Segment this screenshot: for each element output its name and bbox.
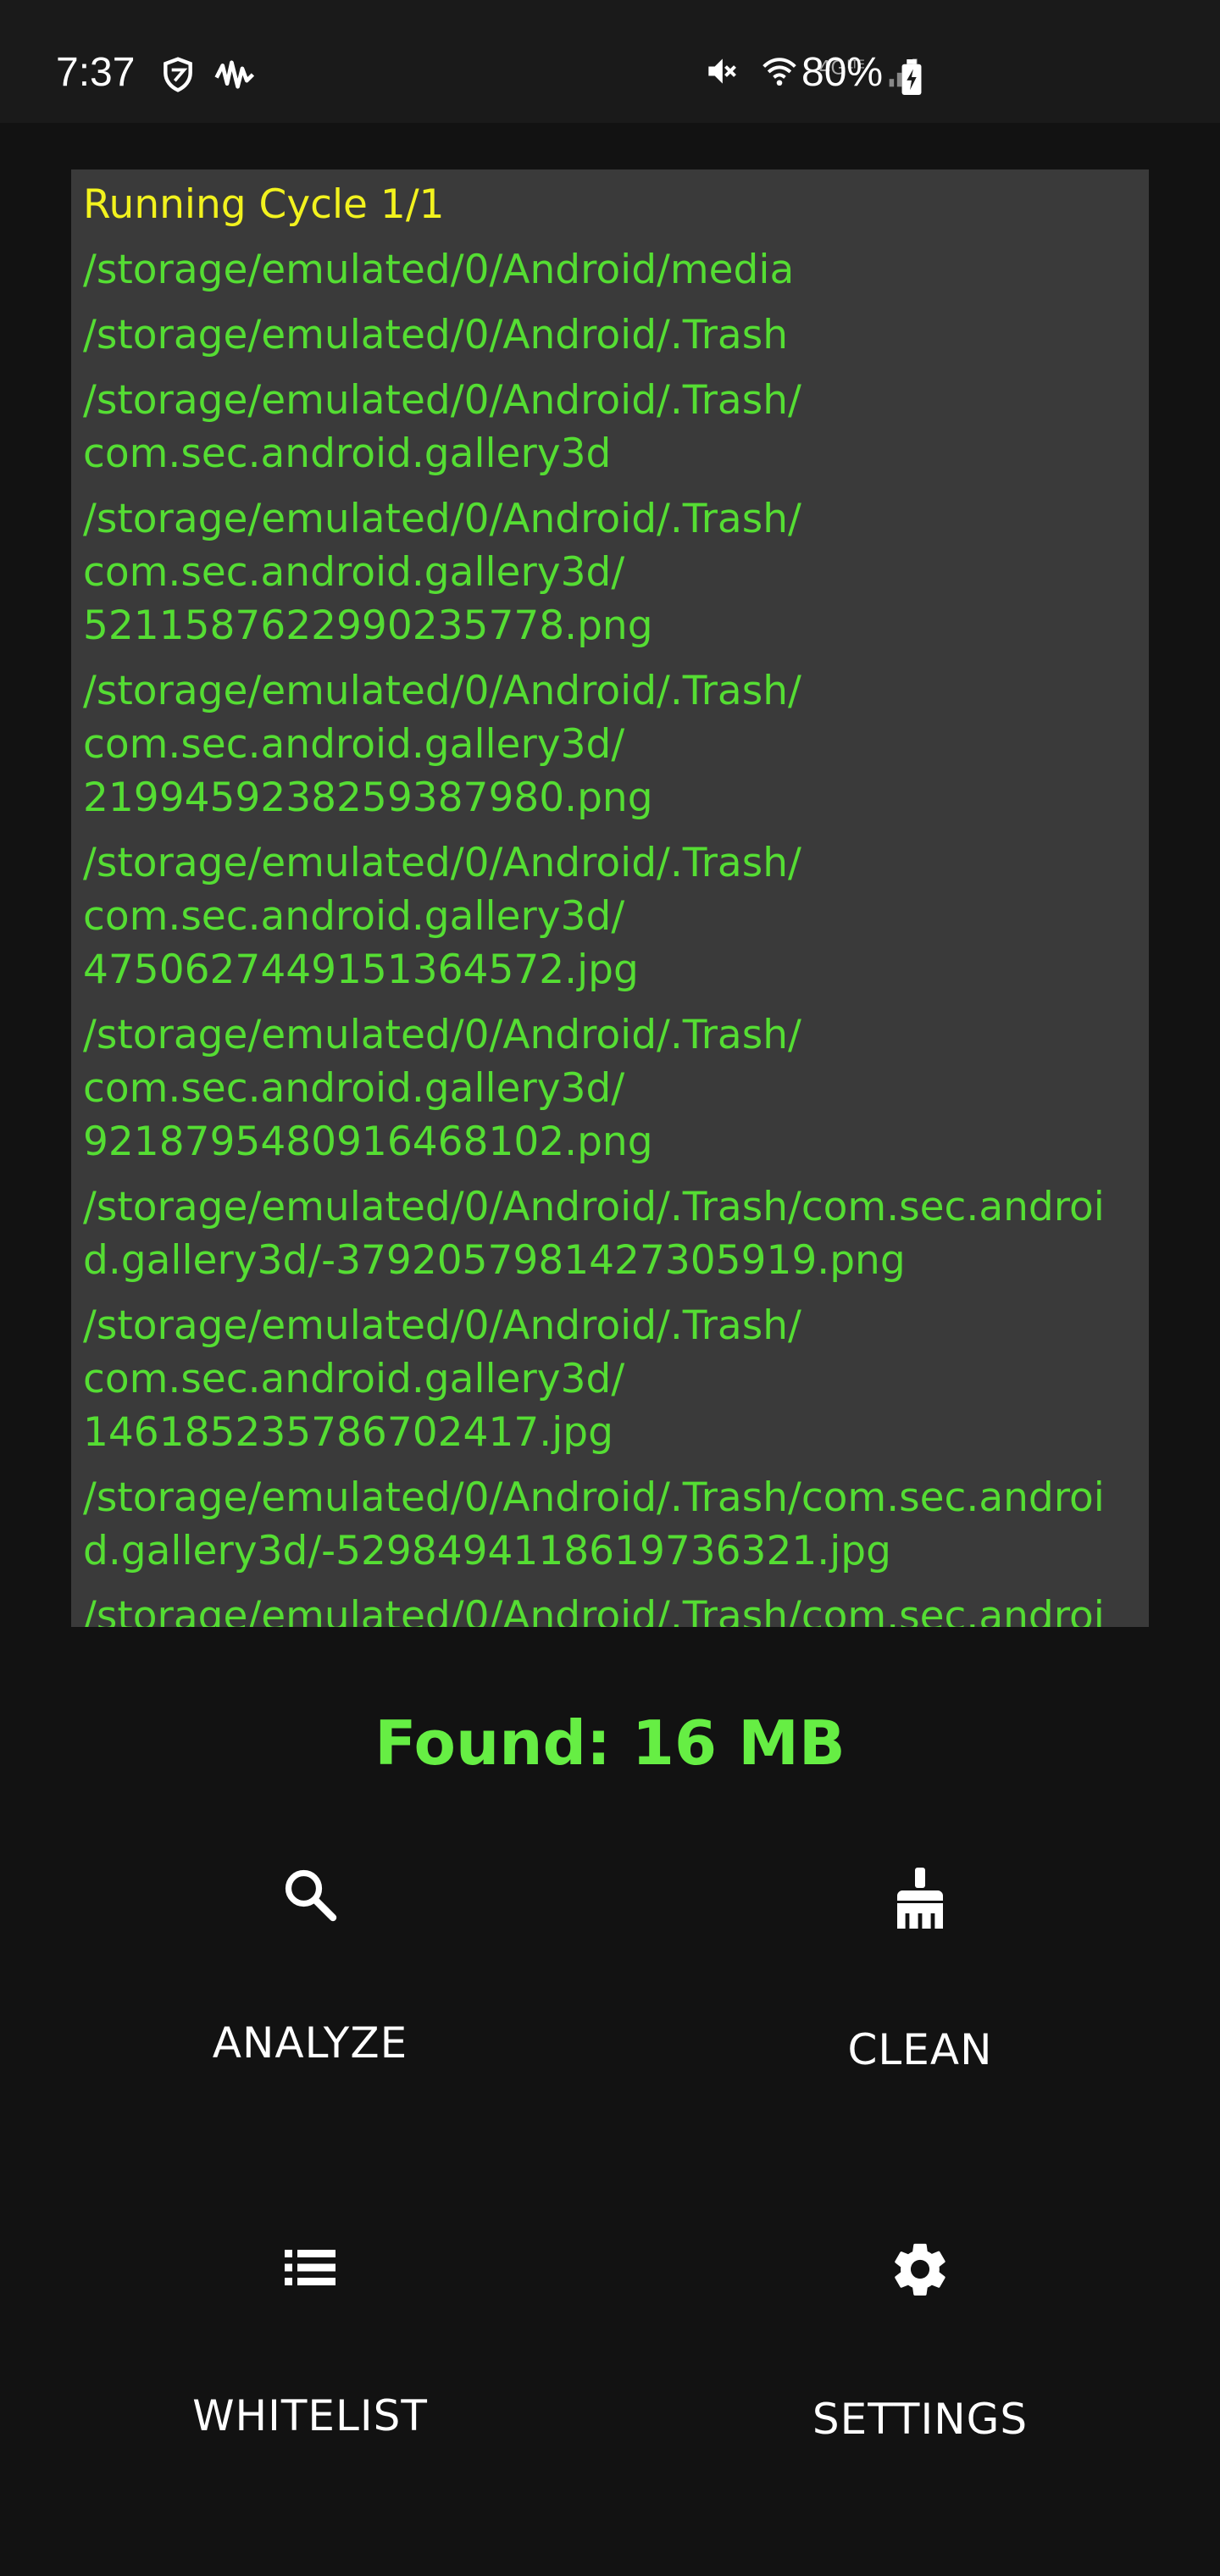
log-line: /storage/emulated/0/Android/.Trash/ com.… [83, 377, 801, 477]
log-line: /storage/emulated/0/Android/.Trash/com.s… [83, 1593, 1105, 1627]
log-line: /storage/emulated/0/Android/.Trash/ com.… [83, 1302, 801, 1456]
log-panel[interactable]: Running Cycle 1/1 /storage/emulated/0/An… [71, 169, 1149, 1627]
clean-button[interactable]: CLEAN [700, 1864, 1140, 2074]
log-line: /storage/emulated/0/Android/.Trash/ com.… [83, 840, 801, 993]
log-line: /storage/emulated/0/Android/.Trash [83, 312, 789, 358]
clean-label: CLEAN [847, 2025, 993, 2074]
settings-label: SETTINGS [812, 2395, 1029, 2444]
log-line: /storage/emulated/0/Android/.Trash/ com.… [83, 1012, 801, 1165]
log-line: /storage/emulated/0/Android/.Trash/com.s… [83, 1184, 1105, 1284]
log-title: Running Cycle 1/1 [83, 181, 445, 228]
analyze-button[interactable]: ANALYZE [90, 1864, 530, 2068]
status-time: 7:37 [56, 50, 136, 95]
list-icon [285, 2250, 336, 2285]
analyze-label: ANALYZE [212, 2018, 408, 2068]
battery-percent: 80% [801, 50, 884, 95]
mute-icon [708, 58, 736, 84]
broom-icon [897, 1868, 943, 1929]
log-line: /storage/emulated/0/Android/.Trash/com.s… [83, 1474, 1105, 1574]
log-line: /storage/emulated/0/Android/.Trash/ com.… [83, 496, 801, 649]
log-line: /storage/emulated/0/Android/media [83, 247, 795, 293]
battery-charging-icon [901, 59, 922, 95]
found-size-label: Found: 16 MB [374, 1707, 846, 1779]
wifi-icon [762, 58, 796, 86]
waveform-icon [214, 60, 255, 89]
whitelist-button[interactable]: WHITELIST [90, 2237, 530, 2440]
log-line: /storage/emulated/0/Android/.Trash/ com.… [83, 668, 801, 821]
status-bar: 7:37 4G LTE 80% [0, 0, 1220, 123]
shield-icon [164, 57, 192, 92]
status-left-icons [159, 56, 256, 93]
whitelist-label: WHITELIST [192, 2391, 428, 2440]
settings-button[interactable]: SETTINGS [700, 2237, 1140, 2444]
gear-icon [895, 2243, 946, 2296]
search-icon [285, 1869, 337, 1922]
